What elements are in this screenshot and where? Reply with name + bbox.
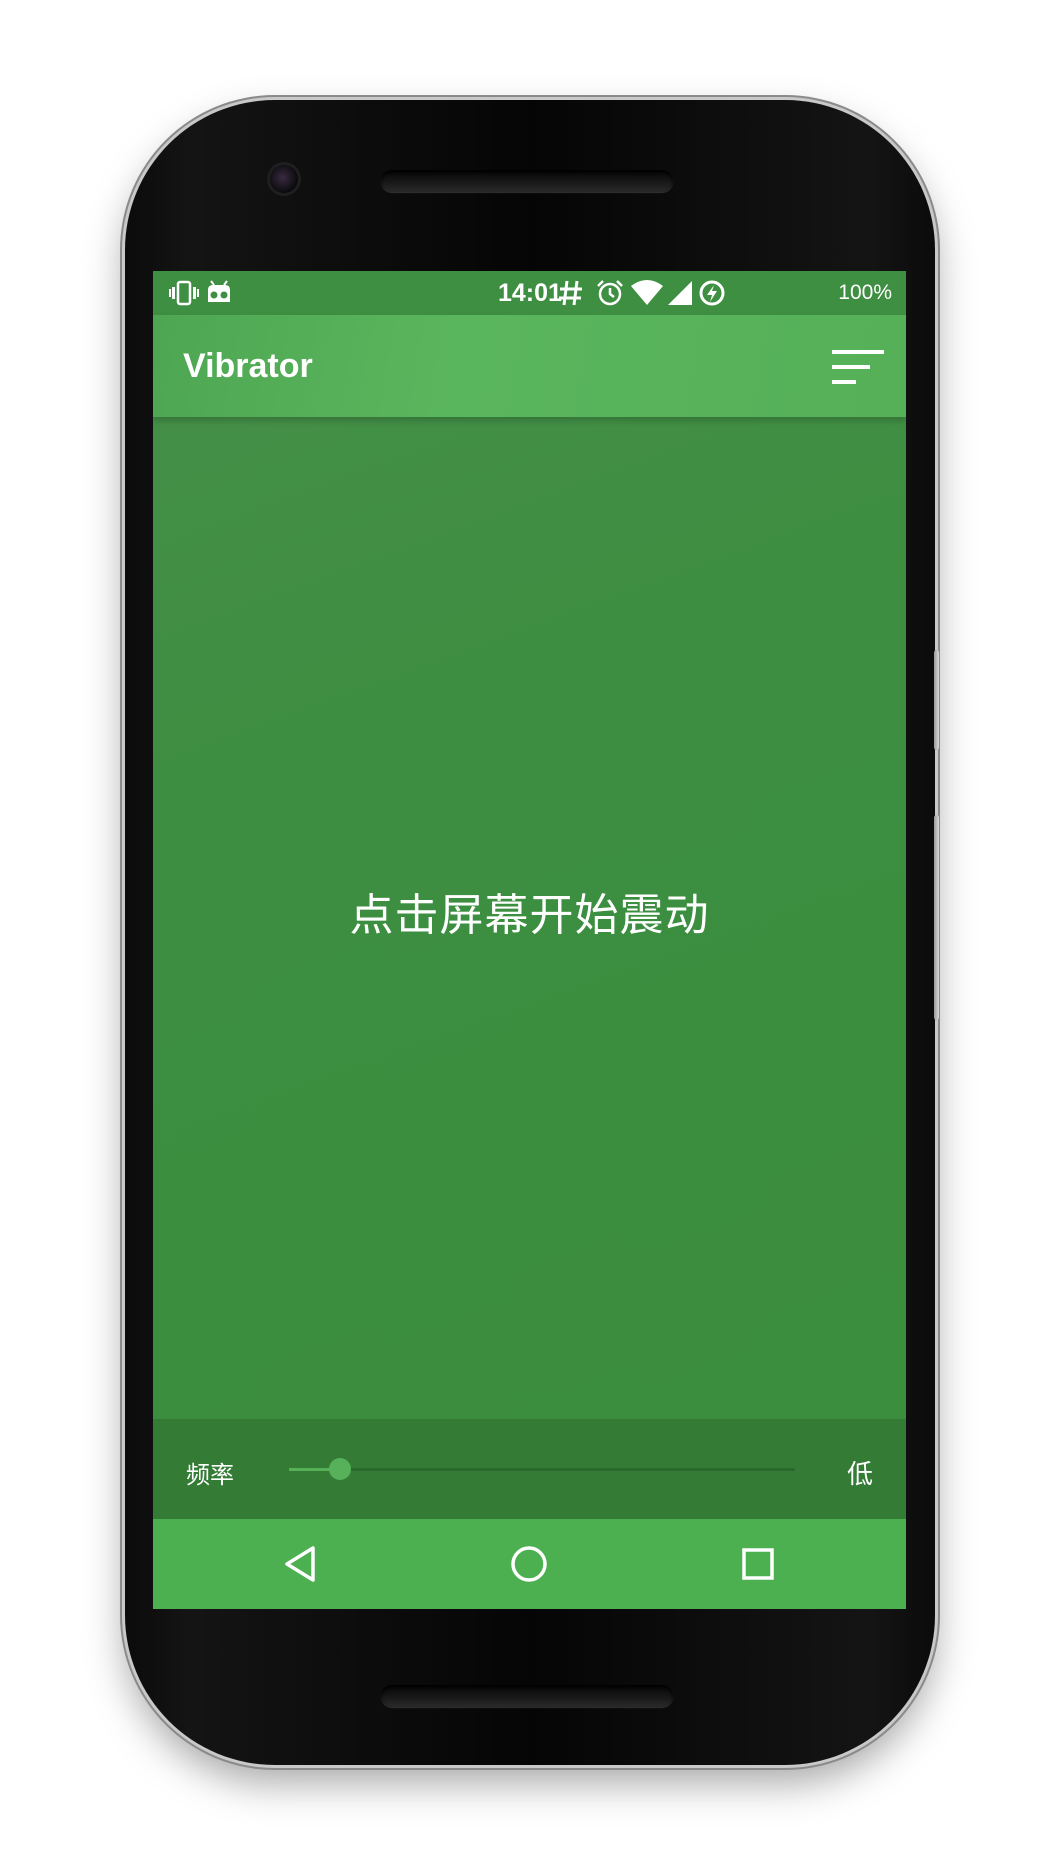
navigation-bar — [153, 1519, 906, 1609]
frequency-label: 频率 — [186, 1461, 234, 1489]
hash-icon — [559, 280, 582, 306]
volume-button — [934, 815, 939, 1020]
wifi-icon — [631, 280, 663, 305]
earpiece-speaker — [381, 170, 673, 192]
back-icon[interactable] — [279, 1541, 325, 1587]
app-title: Vibrator — [183, 347, 313, 385]
slider-track — [289, 1468, 795, 1471]
tap-hint-text: 点击屏幕开始震动 — [349, 890, 710, 941]
recents-icon[interactable] — [735, 1541, 781, 1587]
alarm-icon — [597, 280, 623, 306]
page: 14:01 100% Vibrator 点击屏幕开始震动 频率 低 — [0, 0, 1055, 1875]
frequency-value: 低 — [846, 1460, 873, 1490]
app-bar: Vibrator — [153, 315, 906, 417]
screen: 14:01 100% Vibrator 点击屏幕开始震动 频率 低 — [153, 271, 906, 1609]
battery-charging-icon — [699, 280, 725, 306]
bottom-speaker — [381, 1685, 673, 1707]
vibrate-tap-area[interactable]: 点击屏幕开始震动 — [153, 417, 906, 1419]
battery-percent: 100% — [838, 281, 892, 304]
status-bar: 14:01 100% — [153, 271, 906, 315]
sort-filter-icon[interactable] — [832, 347, 884, 387]
vibrate-icon — [169, 280, 199, 306]
power-button — [934, 650, 939, 750]
slider-thumb[interactable] — [329, 1458, 351, 1480]
frequency-bar: 频率 低 — [153, 1419, 906, 1519]
home-icon[interactable] — [506, 1541, 552, 1587]
android-debug-icon — [208, 280, 230, 302]
frequency-slider[interactable] — [289, 1451, 795, 1487]
front-camera — [270, 165, 298, 193]
status-time: 14:01 — [498, 279, 562, 307]
signal-icon — [668, 281, 692, 305]
